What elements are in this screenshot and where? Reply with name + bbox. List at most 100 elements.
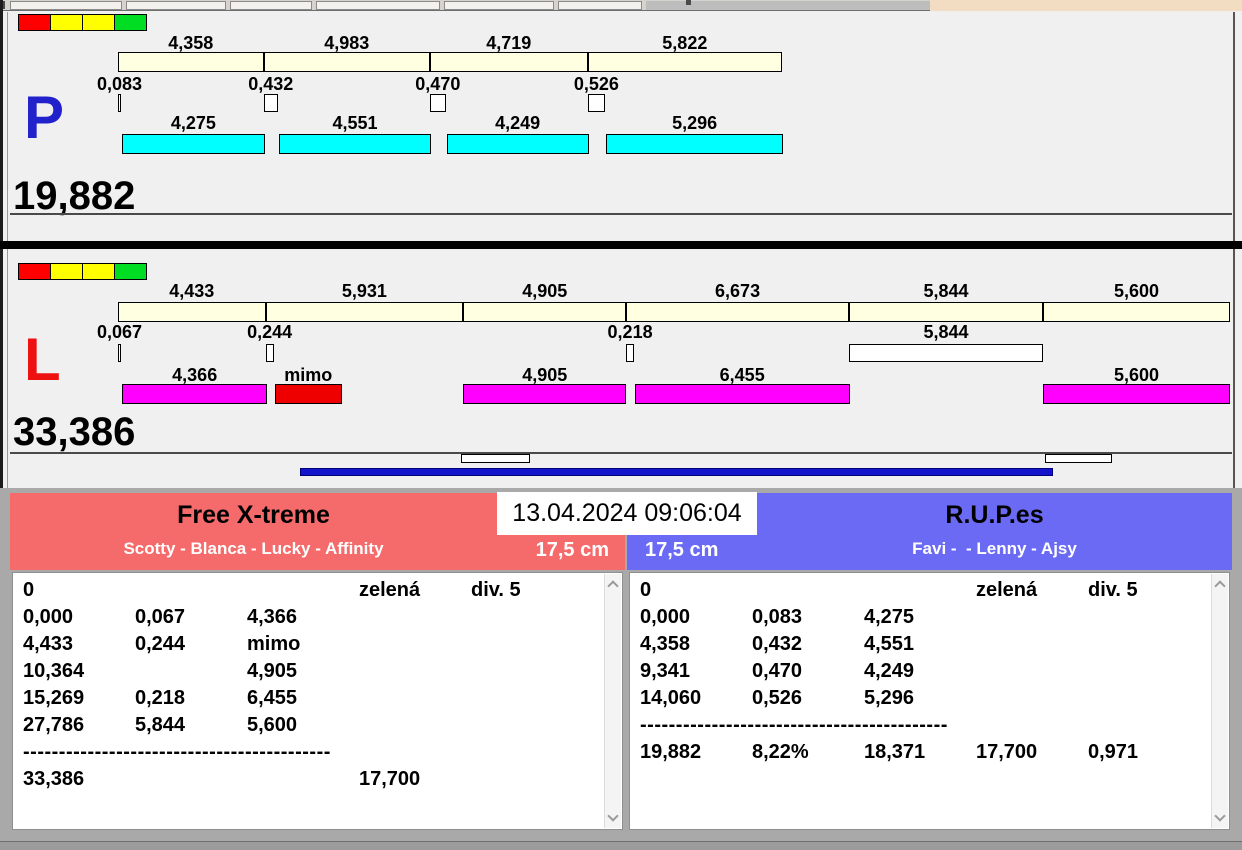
table-cell: 0,470	[752, 660, 803, 682]
toolbar-fragment	[316, 1, 440, 10]
p-total: 19,882	[13, 174, 136, 218]
run-time-label: 4,366	[172, 365, 218, 385]
run-time-bar	[122, 384, 268, 404]
section-time-bar	[118, 52, 783, 72]
table-row: 4,433 0,244 mimo	[23, 631, 602, 658]
section-time-label: 4,905	[522, 281, 568, 301]
table-cell: 5,296	[864, 687, 915, 709]
table-cell: 0,000	[640, 606, 691, 628]
run-time-bar	[634, 384, 850, 404]
table-cell: 17,700	[976, 741, 1038, 763]
run-time-bar	[446, 134, 589, 154]
table-cell: 27,786	[23, 714, 85, 736]
timeline-marker	[1045, 454, 1112, 463]
table-cell: 0,971	[1088, 741, 1139, 763]
p-letter: P	[24, 84, 65, 151]
run-time-bar	[278, 134, 431, 154]
table-cell: 4,358	[640, 633, 691, 655]
table-cell: 4,905	[247, 660, 298, 682]
table-row: 15,269 0,218 6,455	[23, 685, 602, 712]
run-time-bar	[274, 384, 342, 404]
toolbar-fragment	[126, 1, 226, 10]
window-bottom-edge	[0, 841, 1242, 850]
status-light	[82, 263, 115, 280]
table-row: 9,341 0,470 4,249	[640, 658, 1209, 685]
section-time-label: 4,719	[486, 33, 532, 53]
section-time-label: 6,673	[715, 281, 761, 301]
table-cell: 5,844	[135, 714, 186, 736]
table-row: 27,786 5,844 5,600	[23, 712, 602, 739]
segment-divider	[262, 52, 265, 72]
transition-marker	[626, 344, 634, 362]
left-team-members: Scotty - Blanca - Lucky - Affinity	[123, 539, 384, 558]
table-cell: 4,366	[247, 606, 298, 628]
transition-label: 0,526	[573, 74, 619, 94]
external-toolbar-strip	[0, 0, 1242, 11]
table-row: 0,000 0,083 4,275	[640, 604, 1209, 631]
right-results-scrollbar[interactable]	[1211, 574, 1228, 828]
table-cell: 4,275	[864, 606, 915, 628]
table-cell: 8,22%	[752, 741, 809, 763]
table-cell: 33,386	[23, 768, 85, 790]
run-time-label: mimo	[284, 365, 333, 385]
transition-label: 0,470	[415, 74, 461, 94]
table-row: 0 zelená div. 5	[23, 577, 602, 604]
table-cell: 6,455	[247, 687, 298, 709]
table-row: 4,358 0,432 4,551	[640, 631, 1209, 658]
table-cell: 10,364	[23, 660, 85, 682]
external-window-area	[930, 0, 1242, 11]
table-cell: 0,432	[752, 633, 803, 655]
toolbar-fragment	[10, 1, 122, 10]
table-cell: 18,371	[864, 741, 926, 763]
table-cell: 0	[640, 579, 652, 601]
timeline-marker	[461, 454, 530, 463]
segment-divider	[1042, 302, 1045, 322]
run-time-label: 5,600	[1113, 365, 1160, 385]
right-results-table: 0 zelená div. 5 0,000 0,083 4,275 4,358 0,432 4,…	[630, 573, 1209, 829]
panel-p: 4,358 4,983 4,719 5,822 0,083 0,432 0,470 0,526…	[0, 12, 1242, 238]
segment-divider	[462, 302, 465, 322]
section-time-label: 5,822	[662, 33, 708, 53]
table-cell: 4,249	[864, 660, 915, 682]
segment-divider	[586, 52, 589, 72]
right-team-title: R.U.P.es	[945, 501, 1044, 529]
table-cell: div. 5	[1088, 579, 1138, 601]
table-cell: 0,526	[752, 687, 803, 709]
table-cell: 5,600	[247, 714, 298, 736]
scroll-down-icon[interactable]	[607, 810, 619, 822]
panel-l: 4,433 5,931 4,905 6,673 5,844 5,600 0,067 0,244…	[0, 252, 1242, 452]
transition-label: 0,218	[607, 322, 653, 342]
toolbar-fragment	[558, 1, 642, 10]
run-time-label: 4,275	[170, 113, 216, 133]
table-row: 14,060 0,526 5,296	[640, 685, 1209, 712]
table-row: 0 zelená div. 5	[640, 577, 1209, 604]
section-time-label: 5,931	[341, 281, 387, 301]
table-cell: zelená	[359, 579, 421, 601]
right-results-panel: 0 zelená div. 5 0,000 0,083 4,275 4,358 0,432 4,…	[629, 572, 1230, 830]
transition-label: 0,083	[96, 74, 143, 94]
table-cell: 14,060	[640, 687, 702, 709]
section-time-bar	[118, 302, 1230, 322]
section-time-label: 4,358	[168, 33, 214, 53]
table-cell: 17,700	[359, 768, 421, 790]
left-distance-label: 17,5 cm	[535, 539, 609, 561]
left-results-scrollbar[interactable]	[604, 574, 621, 828]
table-cell: 9,341	[640, 660, 691, 682]
right-team-members: Favi - - Lenny - Ajsy	[912, 539, 1077, 558]
scroll-down-icon[interactable]	[1214, 810, 1226, 822]
left-results-panel: 0 zelená div. 5 0,000 0,067 4,366 4,433 0,244 mi…	[12, 572, 623, 830]
table-cell: 0,083	[752, 606, 803, 628]
table-row: 19,882 8,22% 18,371 17,700 0,971	[640, 739, 1209, 766]
scroll-up-icon[interactable]	[607, 580, 619, 592]
table-cell: 4,551	[864, 633, 915, 655]
status-light	[50, 14, 83, 31]
status-light	[18, 263, 51, 280]
table-cell: zelená	[976, 579, 1038, 601]
section-time-label: 4,433	[169, 281, 215, 301]
table-cell: mimo	[247, 633, 301, 655]
scroll-up-icon[interactable]	[1214, 580, 1226, 592]
table-cell: 0	[23, 579, 35, 601]
table-row: 10,364 4,905	[23, 658, 602, 685]
toolbar-fragment	[230, 1, 312, 10]
table-row: ----------------------------------------…	[640, 712, 1209, 739]
